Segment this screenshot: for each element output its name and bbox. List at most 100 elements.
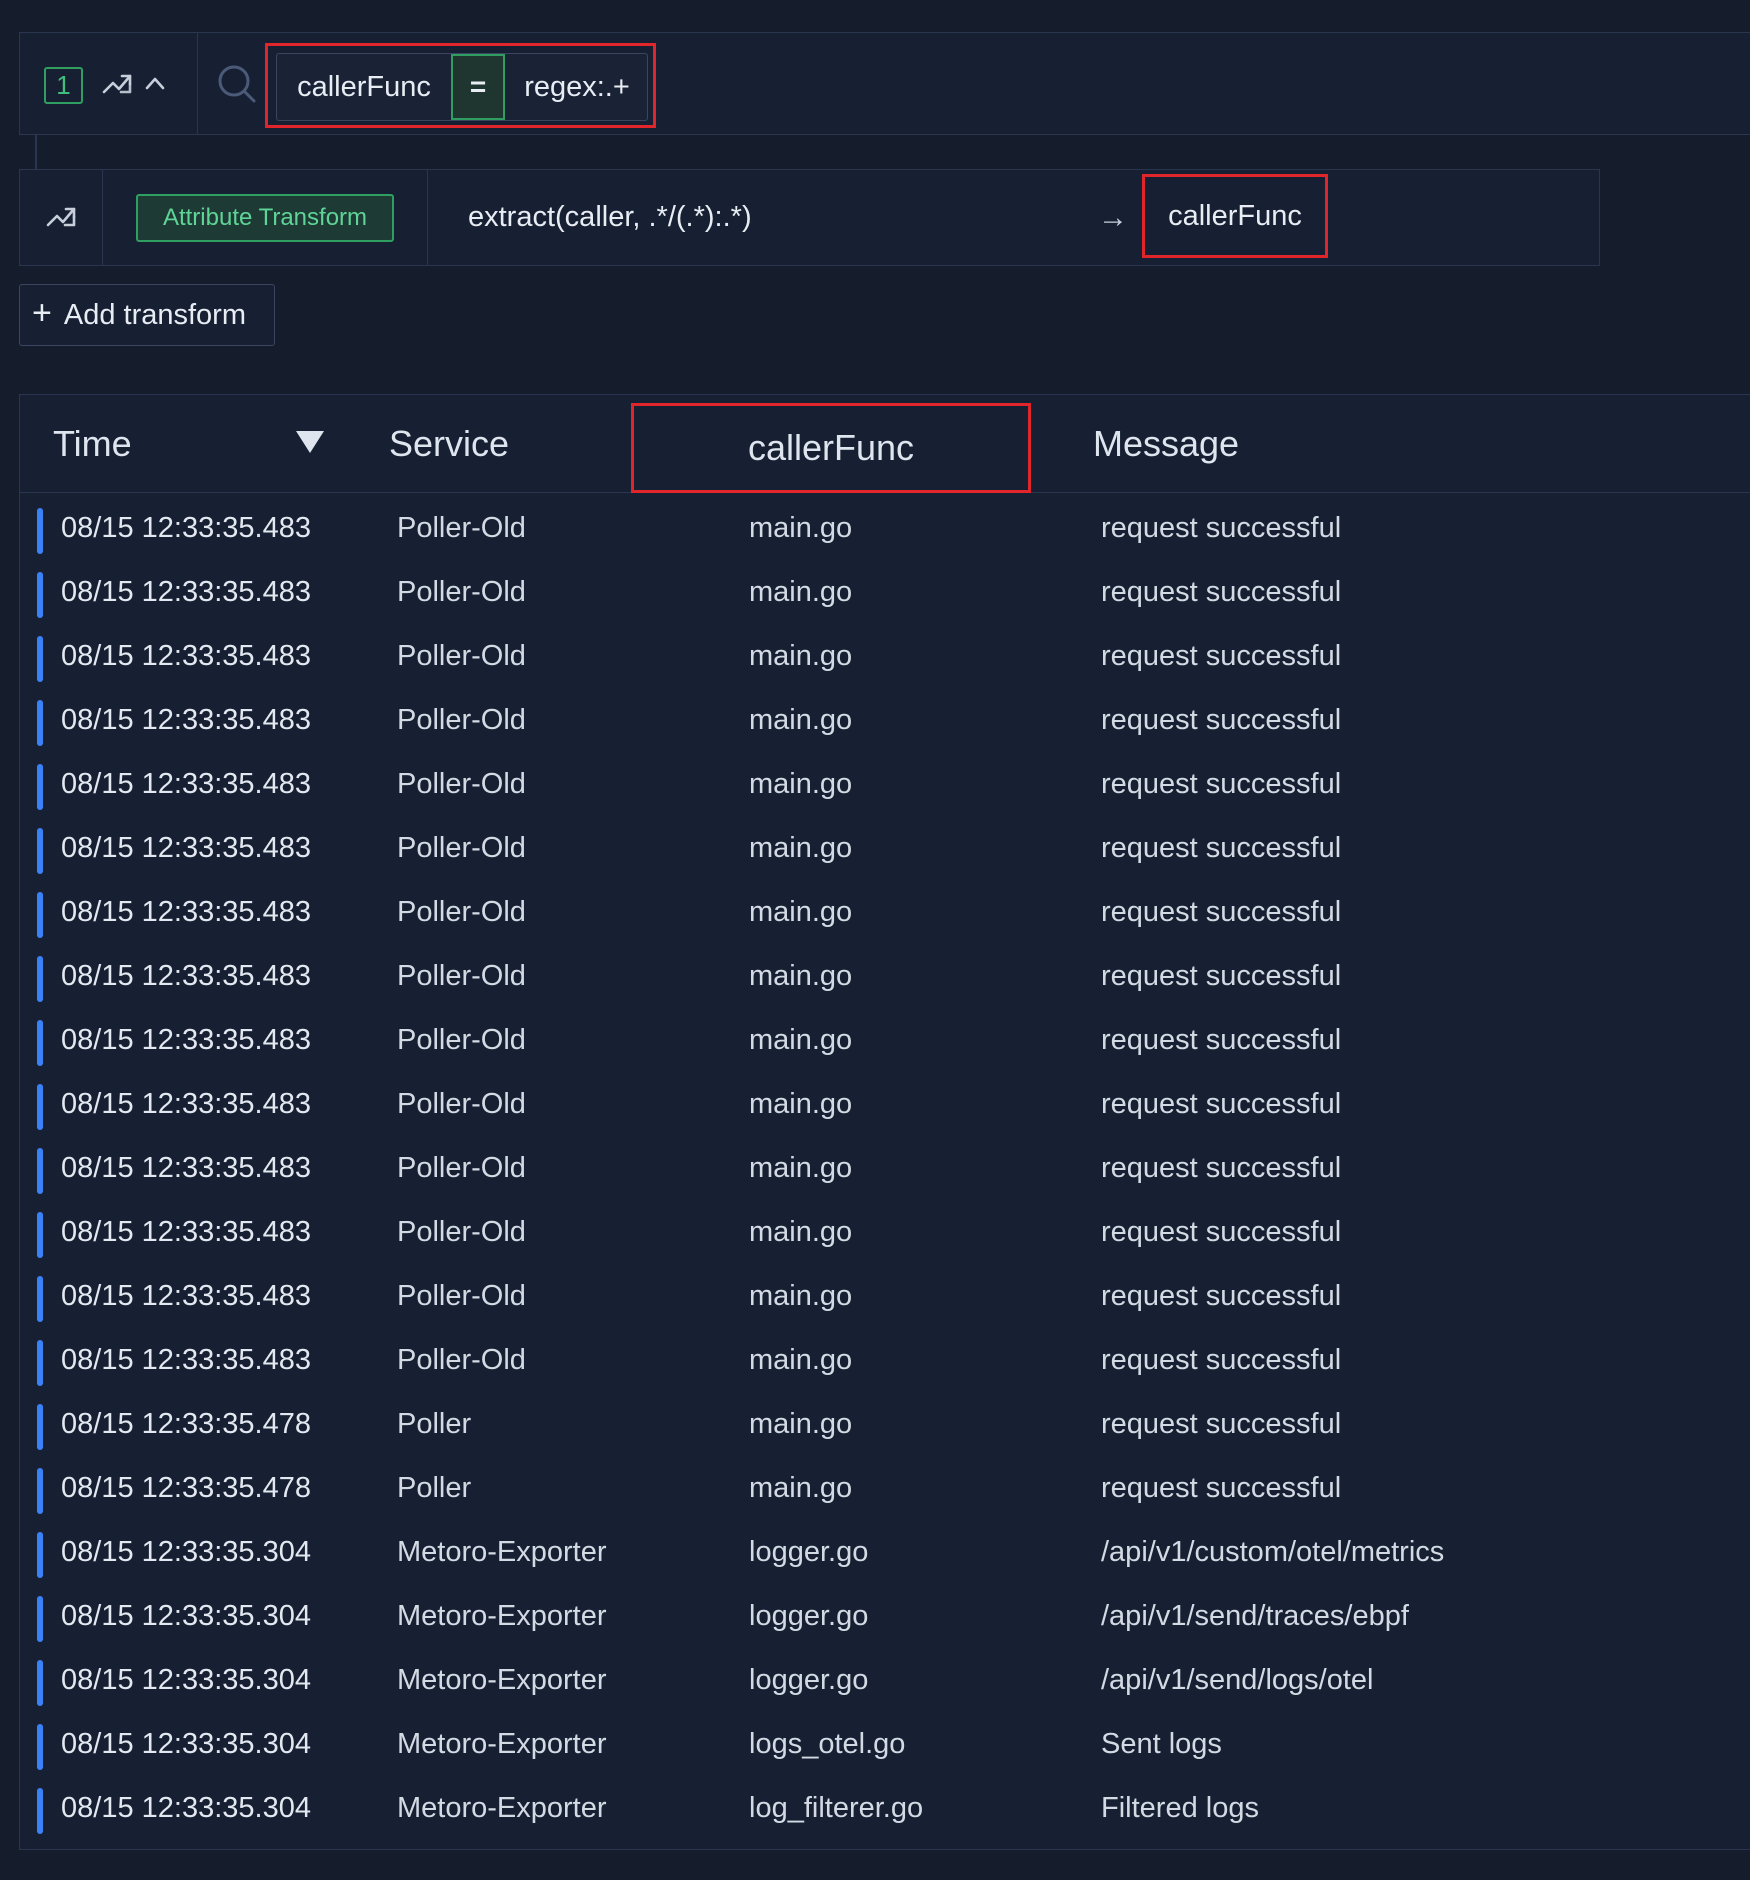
filter-value[interactable]: regex:.+ <box>505 54 649 120</box>
cell-message: request successful <box>1101 1215 1342 1248</box>
shuffle-icon[interactable] <box>102 70 134 100</box>
cell-callerfunc: main.go <box>749 1471 853 1504</box>
cell-message: /api/v1/send/logs/otel <box>1101 1663 1374 1696</box>
cell-message: request successful <box>1101 1471 1342 1504</box>
cell-callerfunc: main.go <box>749 1279 853 1312</box>
table-row[interactable]: 08/15 12:33:35.483 Poller-Old main.go reque… <box>20 816 1750 880</box>
cell-message: request successful <box>1101 1087 1342 1120</box>
log-level-marker <box>37 1340 43 1386</box>
cell-callerfunc: logger.go <box>749 1663 869 1696</box>
cell-message: request successful <box>1101 1343 1342 1376</box>
table-row[interactable]: 08/15 12:33:35.478 Poller main.go request s… <box>20 1392 1750 1456</box>
filter-count-badge[interactable]: 1 <box>44 67 83 104</box>
cell-service: Poller-Old <box>397 831 526 864</box>
table-row[interactable]: 08/15 12:33:35.483 Poller-Old main.go reque… <box>20 560 1750 624</box>
table-row[interactable]: 08/15 12:33:35.304 Metoro-Exporter logs_ot… <box>20 1712 1750 1776</box>
cell-callerfunc: main.go <box>749 639 853 672</box>
filter-key[interactable]: callerFunc <box>277 54 451 120</box>
cell-message: request successful <box>1101 639 1342 672</box>
log-level-marker <box>37 828 43 874</box>
table-row[interactable]: 08/15 12:33:35.304 Metoro-Exporter logger.… <box>20 1520 1750 1584</box>
cell-time: 08/15 12:33:35.483 <box>61 1279 311 1312</box>
table-row[interactable]: 08/15 12:33:35.483 Poller-Old main.go reque… <box>20 624 1750 688</box>
table-row[interactable]: 08/15 12:33:35.483 Poller-Old main.go reque… <box>20 1072 1750 1136</box>
cell-callerfunc: main.go <box>749 831 853 864</box>
chevron-up-icon[interactable] <box>144 75 166 91</box>
transform-icon-cell <box>20 170 103 265</box>
filter-operator[interactable]: = <box>451 54 505 120</box>
log-level-marker <box>37 700 43 746</box>
table-row[interactable]: 08/15 12:33:35.483 Poller-Old main.go reque… <box>20 880 1750 944</box>
table-header: Time Service callerFunc Message <box>20 395 1750 493</box>
column-header-time[interactable]: Time <box>53 395 132 493</box>
table-row[interactable]: 08/15 12:33:35.483 Poller-Old main.go reque… <box>20 1200 1750 1264</box>
log-level-marker <box>37 764 43 810</box>
table-row[interactable]: 08/15 12:33:35.483 Poller-Old main.go reque… <box>20 1328 1750 1392</box>
log-level-marker <box>37 1020 43 1066</box>
cell-message: /api/v1/send/traces/ebpf <box>1101 1599 1409 1632</box>
log-level-marker <box>37 1084 43 1130</box>
table-row[interactable]: 08/15 12:33:35.478 Poller main.go request s… <box>20 1456 1750 1520</box>
filter-bar: 1 callerFunc = regex:.+ <box>19 32 1750 135</box>
table-row[interactable]: 08/15 12:33:35.304 Metoro-Exporter logger.… <box>20 1584 1750 1648</box>
column-header-message[interactable]: Message <box>1093 395 1239 493</box>
cell-callerfunc: logger.go <box>749 1599 869 1632</box>
column-header-callerfunc[interactable]: callerFunc <box>631 403 1031 493</box>
plus-icon: + <box>32 294 52 332</box>
transform-type-cell: Attribute Transform <box>103 170 428 265</box>
cell-service: Poller <box>397 1407 472 1440</box>
log-level-marker <box>37 572 43 618</box>
table-row[interactable]: 08/15 12:33:35.304 Metoro-Exporter log_fil… <box>20 1776 1750 1840</box>
transform-target[interactable]: callerFunc <box>1142 174 1328 258</box>
cell-callerfunc: logs_otel.go <box>749 1727 906 1760</box>
cell-time: 08/15 12:33:35.483 <box>61 1215 311 1248</box>
cell-callerfunc: main.go <box>749 1215 853 1248</box>
cell-time: 08/15 12:33:35.483 <box>61 575 311 608</box>
add-transform-label: Add transform <box>63 298 246 331</box>
cell-service: Poller-Old <box>397 1215 526 1248</box>
cell-time: 08/15 12:33:35.483 <box>61 1023 311 1056</box>
table-row[interactable]: 08/15 12:33:35.483 Poller-Old main.go reque… <box>20 752 1750 816</box>
cell-callerfunc: main.go <box>749 767 853 800</box>
table-row[interactable]: 08/15 12:33:35.483 Poller-Old main.go reque… <box>20 1008 1750 1072</box>
cell-service: Poller-Old <box>397 767 526 800</box>
add-transform-button[interactable]: + Add transform <box>19 284 275 346</box>
cell-message: request successful <box>1101 1407 1342 1440</box>
cell-message: /api/v1/custom/otel/metrics <box>1101 1535 1445 1568</box>
connector-line <box>35 135 37 169</box>
log-level-marker <box>37 636 43 682</box>
cell-time: 08/15 12:33:35.483 <box>61 959 311 992</box>
column-header-service[interactable]: Service <box>389 395 509 493</box>
cell-service: Metoro-Exporter <box>397 1727 607 1760</box>
table-row[interactable]: 08/15 12:33:35.483 Poller-Old main.go reque… <box>20 944 1750 1008</box>
filter-pill[interactable]: callerFunc = regex:.+ <box>276 53 648 121</box>
cell-time: 08/15 12:33:35.304 <box>61 1663 311 1696</box>
cell-message: Sent logs <box>1101 1727 1222 1760</box>
log-level-marker <box>37 1468 43 1514</box>
cell-service: Poller-Old <box>397 1151 526 1184</box>
cell-service: Poller-Old <box>397 1087 526 1120</box>
cell-time: 08/15 12:33:35.304 <box>61 1727 311 1760</box>
table-row[interactable]: 08/15 12:33:35.483 Poller-Old main.go reque… <box>20 688 1750 752</box>
cell-service: Metoro-Exporter <box>397 1599 607 1632</box>
table-row[interactable]: 08/15 12:33:35.483 Poller-Old main.go reque… <box>20 1264 1750 1328</box>
table-row[interactable]: 08/15 12:33:35.483 Poller-Old main.go reque… <box>20 1136 1750 1200</box>
table-row[interactable]: 08/15 12:33:35.304 Metoro-Exporter logger.… <box>20 1648 1750 1712</box>
table-row[interactable]: 08/15 12:33:35.483 Poller-Old main.go reque… <box>20 496 1750 560</box>
transform-row: Attribute Transform extract(caller, .*/(… <box>19 169 1600 266</box>
cell-time: 08/15 12:33:35.483 <box>61 639 311 672</box>
cell-callerfunc: logger.go <box>749 1535 869 1568</box>
log-level-marker <box>37 1404 43 1450</box>
cell-message: request successful <box>1101 511 1342 544</box>
sort-desc-icon[interactable] <box>296 431 324 453</box>
transform-expression[interactable]: extract(caller, .*/(.*):.*) <box>468 170 752 265</box>
arrow-right-icon: → <box>1098 200 1128 234</box>
shuffle-icon[interactable] <box>46 203 78 233</box>
transform-type-badge[interactable]: Attribute Transform <box>136 194 394 242</box>
cell-callerfunc: main.go <box>749 1407 853 1440</box>
log-level-marker <box>37 1532 43 1578</box>
cell-service: Poller-Old <box>397 639 526 672</box>
cell-message: request successful <box>1101 1023 1342 1056</box>
log-level-marker <box>37 1148 43 1194</box>
cell-service: Poller <box>397 1471 472 1504</box>
